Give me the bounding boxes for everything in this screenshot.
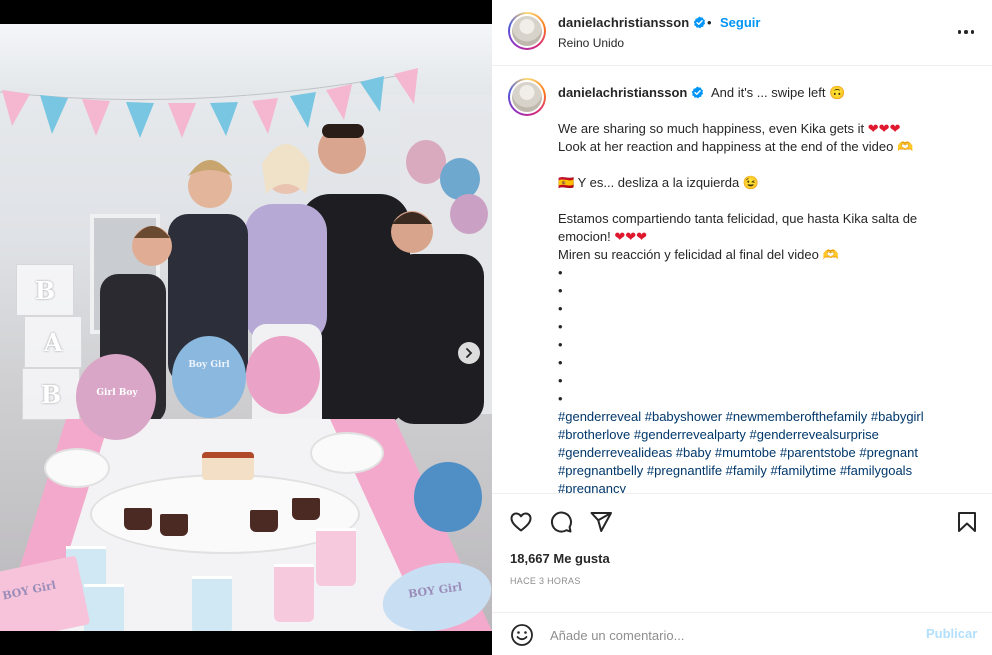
caption-en-line2: Look at her reaction and happiness at th… [558,139,914,154]
bowl-right [310,432,384,474]
follow-button[interactable]: Seguir [720,15,760,30]
emoji-button[interactable] [510,623,534,647]
post-photo[interactable]: B A B Girl Boy Boy Girl BOY Girl BOY Gir… [0,24,492,631]
caption-text: We are sharing so much happiness, even K… [558,121,865,136]
hashtag-line[interactable]: #pregnancy [558,480,968,493]
hearts-emoji: ❤❤❤ [867,121,901,136]
post-side-panel: danielachristiansson • Seguir Reino Unid… [492,0,992,655]
verified-badge-icon [694,16,706,29]
more-dots-icon [970,30,975,34]
hashtag-line[interactable]: #brotherlove #genderrevealparty #genderr… [558,426,968,444]
party-cup [192,576,232,631]
publish-button[interactable]: Publicar [926,626,977,641]
comment-bar: Publicar [492,612,992,655]
caption-es-intro: 🇪🇸 Y es... desliza a la izquierda 😉 [558,175,759,190]
caption-text: Estamos compartiendo tanta felicidad, qu… [558,211,918,244]
more-dots-icon [964,30,968,34]
likes-count[interactable]: 18,667 Me gusta [510,551,610,566]
caption-avatar[interactable] [508,78,546,116]
caption-bullet: • [558,283,563,298]
hashtag-line[interactable]: #genderreveal #babyshower #newmemberofth… [558,408,968,426]
caption-intro: And it's ... swipe left 🙃 [710,85,846,100]
party-cup [84,584,124,631]
header-username-wrap: danielachristiansson [558,15,706,30]
comment-button[interactable] [549,510,573,534]
comment-input[interactable] [550,625,890,645]
hashtag-line[interactable]: #genderrevealideas #baby #mumtobe #paren… [558,444,968,462]
carousel-next-button[interactable] [458,342,480,364]
balloon-label: Boy Girl [188,360,230,370]
verified-badge-icon [692,86,704,99]
avatar[interactable] [508,12,546,50]
party-cup [274,564,314,622]
cupcake [160,514,188,536]
chevron-right-icon [466,348,473,358]
cupcake [250,510,278,532]
hashtag-line[interactable]: #pregnantbelly #pregnantlife #family #fa… [558,462,968,480]
instagram-post-modal: B A B Girl Boy Boy Girl BOY Girl BOY Gir… [0,0,992,655]
bowl-left [44,448,110,488]
like-button[interactable] [509,510,533,534]
cupcake [124,508,152,530]
balloon-label: Girl Boy [96,388,138,398]
smiley-icon [511,624,533,646]
caption-bullet: • [558,355,563,370]
bookmark-icon [958,512,976,532]
cupcake [292,498,320,520]
post-header: danielachristiansson • Seguir Reino Unid… [492,0,992,66]
caption-es-line2: Miren su reacción y felicidad al final d… [558,247,839,262]
caption-bullet: • [558,373,563,388]
balloon-blue-right [414,462,482,532]
caption-bullet: • [558,337,563,352]
balloon-blue-boy [172,336,246,418]
more-options-button[interactable] [956,22,976,42]
party-cup [316,528,356,586]
hearts-emoji: ❤❤❤ [614,229,648,244]
caption-head: danielachristiansson And it's ... swipe … [558,85,845,101]
post-timestamp[interactable]: HACE 3 HORAS [510,576,581,586]
more-dots-icon [957,30,962,34]
caption-bullet: • [558,319,563,334]
caption-bullet: • [558,391,563,406]
caption-en-line1: We are sharing so much happiness, even K… [558,120,968,138]
caption-area: danielachristiansson And it's ... swipe … [492,66,992,494]
location-link[interactable]: Reino Unido [558,36,624,50]
heart-icon [510,512,532,532]
save-button[interactable] [955,510,979,534]
comment-icon [550,511,572,533]
cake [202,452,254,480]
paper-plane-icon [590,512,612,532]
caption-es-line1: Estamos compartiendo tanta felicidad, qu… [558,210,968,246]
balloon-pink-center [246,336,320,414]
separator-dot: • [707,15,712,30]
caption-bullet: • [558,265,563,280]
caption-bullet: • [558,301,563,316]
share-button[interactable] [589,510,613,534]
header-username[interactable]: danielachristiansson [558,15,689,30]
caption-username[interactable]: danielachristiansson [558,85,687,100]
caption-body: We are sharing so much happiness, even K… [558,120,968,493]
